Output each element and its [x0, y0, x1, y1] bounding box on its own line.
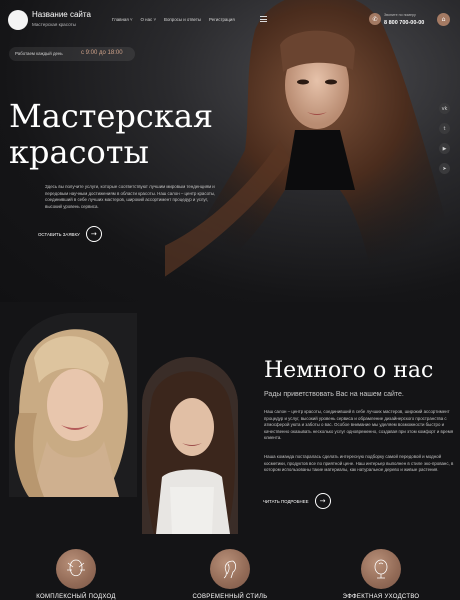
nav-item-register[interactable]: Регистрация [209, 17, 235, 22]
twitter-icon[interactable]: t [439, 123, 450, 134]
hero-section: Название сайта Мастерская красоты Главна… [0, 0, 460, 302]
site-title[interactable]: Название сайта [32, 10, 91, 19]
service-label-modern: СОВРЕМЕННЫЙ СТИЛЬ [192, 594, 268, 600]
read-more-label: ЧИТАТЬ ПОДРОБНЕЕ [263, 498, 309, 504]
about-subtitle: Рады приветствовать Вас на нашем сайте. [264, 391, 404, 398]
hours-label: Работаем каждый день [15, 51, 63, 56]
leave-request-label: ОСТАВИТЬ ЗАЯВКУ [38, 231, 80, 237]
hours-value: с 9:00 до 18:00 [81, 50, 123, 56]
chevron-down-icon: ˅ [153, 17, 157, 22]
service-label-complex: КОМПЛЕКСНЫЙ ПОДХОД [36, 594, 116, 600]
phone-number[interactable]: 8 800 700-00-00 [384, 20, 424, 26]
youtube-icon[interactable]: ▶ [439, 143, 450, 154]
hair-profile-icon [210, 549, 250, 589]
about-title: Немного о нас [264, 358, 434, 383]
logo[interactable] [8, 10, 28, 30]
about-paragraph-1: Наш салон – центр красоты, соединивший в… [264, 409, 454, 441]
phone-label: Звоните по номеру [384, 13, 416, 17]
chevron-down-icon: ˅ [129, 17, 133, 22]
leave-request-button[interactable]: ОСТАВИТЬ ЗАЯВКУ → [38, 226, 102, 242]
telegram-icon[interactable]: ➤ [439, 163, 450, 174]
working-hours-badge: Работаем каждый день с 9:00 до 18:00 [9, 47, 135, 61]
vk-icon[interactable]: vk [439, 103, 450, 114]
face-lines-icon [56, 549, 96, 589]
mirror-icon [361, 549, 401, 589]
main-nav: Главная ˅ О нас ˅ Вопросы и ответы Регис… [112, 17, 235, 22]
phone-icon[interactable]: ✆ [369, 13, 381, 25]
cart-icon[interactable]: ⌂ [437, 13, 450, 26]
site-header: Название сайта Мастерская красоты Главна… [0, 0, 460, 40]
about-photo-brunette [142, 357, 238, 534]
nav-item-about[interactable]: О нас ˅ [141, 17, 157, 22]
service-label-care: ЭФФЕКТНАЯ УХОДСТВО [342, 594, 420, 600]
about-photo-blonde [9, 313, 137, 497]
hero-title: Мастерская красоты [9, 97, 214, 171]
hero-description: Здесь вы получите услуги, которые соотве… [45, 184, 216, 209]
nav-item-faq[interactable]: Вопросы и ответы [164, 17, 201, 22]
about-paragraph-2: Наша команда постаралась сделать интерес… [264, 454, 454, 473]
nav-item-home[interactable]: Главная ˅ [112, 17, 133, 22]
hamburger-menu-icon[interactable] [260, 16, 267, 22]
arrow-right-icon: → [314, 493, 331, 509]
arrow-right-icon: → [85, 226, 102, 242]
read-more-button[interactable]: ЧИТАТЬ ПОДРОБНЕЕ → [263, 493, 331, 509]
site-subtitle: Мастерская красоты [32, 22, 76, 27]
